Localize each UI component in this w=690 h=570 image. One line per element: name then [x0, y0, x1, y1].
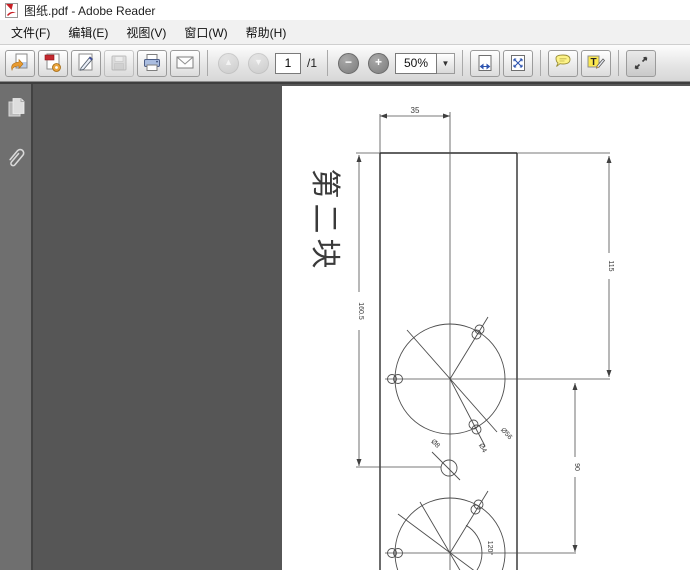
next-page-button[interactable]: ▼: [245, 50, 272, 77]
menu-view[interactable]: 视图(V): [117, 21, 175, 44]
zoom-in-button[interactable]: +: [365, 50, 392, 77]
mid-hole-dia-label: Ø8: [429, 438, 441, 450]
navigation-pane-rail: [0, 84, 33, 570]
dim-right-height-label: 115: [607, 260, 614, 271]
comment-button[interactable]: [548, 50, 578, 77]
small-hole-dia-label: Ø4: [477, 443, 488, 455]
bolt-circle-top: [388, 317, 506, 446]
zoom-in-icon: +: [368, 53, 389, 74]
window-title: 图纸.pdf - Adobe Reader: [24, 2, 155, 19]
technical-drawing: 35 160.5 115: [282, 86, 690, 570]
fit-width-icon: [475, 53, 495, 73]
page-thumbnails-icon: [6, 96, 26, 120]
dim-spacing-label: 90: [573, 463, 580, 471]
construction-lines: [356, 112, 610, 570]
highlight-icon: T: [585, 52, 607, 74]
fit-page-icon: [508, 53, 528, 73]
save-button[interactable]: [104, 50, 134, 77]
open-button[interactable]: [5, 50, 35, 77]
email-button[interactable]: [170, 50, 200, 77]
zoom-level-control: 50% ▼: [395, 53, 455, 74]
menu-window[interactable]: 窗口(W): [175, 21, 236, 44]
toolbar-separator: [540, 50, 541, 76]
email-icon: [174, 52, 196, 74]
create-pdf-button[interactable]: [38, 50, 68, 77]
menu-bar: 文件(F) 编辑(E) 视图(V) 窗口(W) 帮助(H): [0, 20, 690, 44]
attachments-button[interactable]: [6, 145, 26, 174]
toolbar-separator: [462, 50, 463, 76]
bolt-circle-bottom: [388, 491, 506, 570]
zoom-level-value[interactable]: 50%: [395, 53, 437, 74]
print-icon: [141, 52, 163, 74]
zoom-out-button[interactable]: −: [335, 50, 362, 77]
open-icon: [9, 52, 31, 74]
highlight-text-button[interactable]: T: [581, 50, 611, 77]
mid-hole: [432, 452, 460, 480]
page-down-icon: ▼: [248, 53, 269, 74]
toolbar: ▲ ▼ /1 − + 50% ▼: [0, 44, 690, 82]
highlight-letter: T: [590, 57, 596, 68]
sign-icon: [75, 52, 97, 74]
content-area: 35 160.5 115: [0, 82, 690, 570]
previous-page-button[interactable]: ▲: [215, 50, 242, 77]
part-outline: [380, 153, 517, 570]
toolbar-separator: [207, 50, 208, 76]
comment-icon: [552, 52, 574, 74]
dim-top-width-label: 35: [411, 106, 420, 115]
menu-help[interactable]: 帮助(H): [237, 21, 296, 44]
menu-file[interactable]: 文件(F): [2, 21, 59, 44]
save-icon: [109, 53, 129, 73]
fullscreen-button[interactable]: [626, 50, 656, 77]
dropdown-arrow-icon: ▼: [442, 59, 450, 68]
fit-page-button[interactable]: [503, 50, 533, 77]
hole-angle-label: 120°: [486, 541, 494, 556]
menu-edit[interactable]: 编辑(E): [59, 21, 117, 44]
adobe-reader-window: 图纸.pdf - Adobe Reader 文件(F) 编辑(E) 视图(V) …: [0, 0, 690, 570]
toolbar-separator: [618, 50, 619, 76]
bolt-circle-dia-label: Ø56: [499, 427, 513, 442]
toolbar-separator: [327, 50, 328, 76]
zoom-dropdown-button[interactable]: ▼: [437, 53, 455, 74]
sign-button[interactable]: [71, 50, 101, 77]
page-thumbnails-button[interactable]: [6, 96, 26, 123]
fullscreen-icon: [631, 53, 651, 73]
fit-width-button[interactable]: [470, 50, 500, 77]
page-up-icon: ▲: [218, 53, 239, 74]
print-button[interactable]: [137, 50, 167, 77]
create-pdf-icon: [42, 52, 64, 74]
document-canvas[interactable]: 35 160.5 115: [33, 84, 690, 570]
pdf-page: 35 160.5 115: [282, 86, 690, 570]
dim-left-height-label: 160.5: [357, 302, 364, 320]
attachments-icon: [6, 145, 26, 171]
zoom-out-icon: −: [338, 53, 359, 74]
pdf-app-icon: [4, 3, 19, 18]
page-annotation-text: 第二块: [308, 169, 341, 274]
page-number-input[interactable]: [275, 53, 301, 74]
page-total-label: /1: [307, 56, 317, 70]
title-bar: 图纸.pdf - Adobe Reader: [0, 0, 690, 20]
